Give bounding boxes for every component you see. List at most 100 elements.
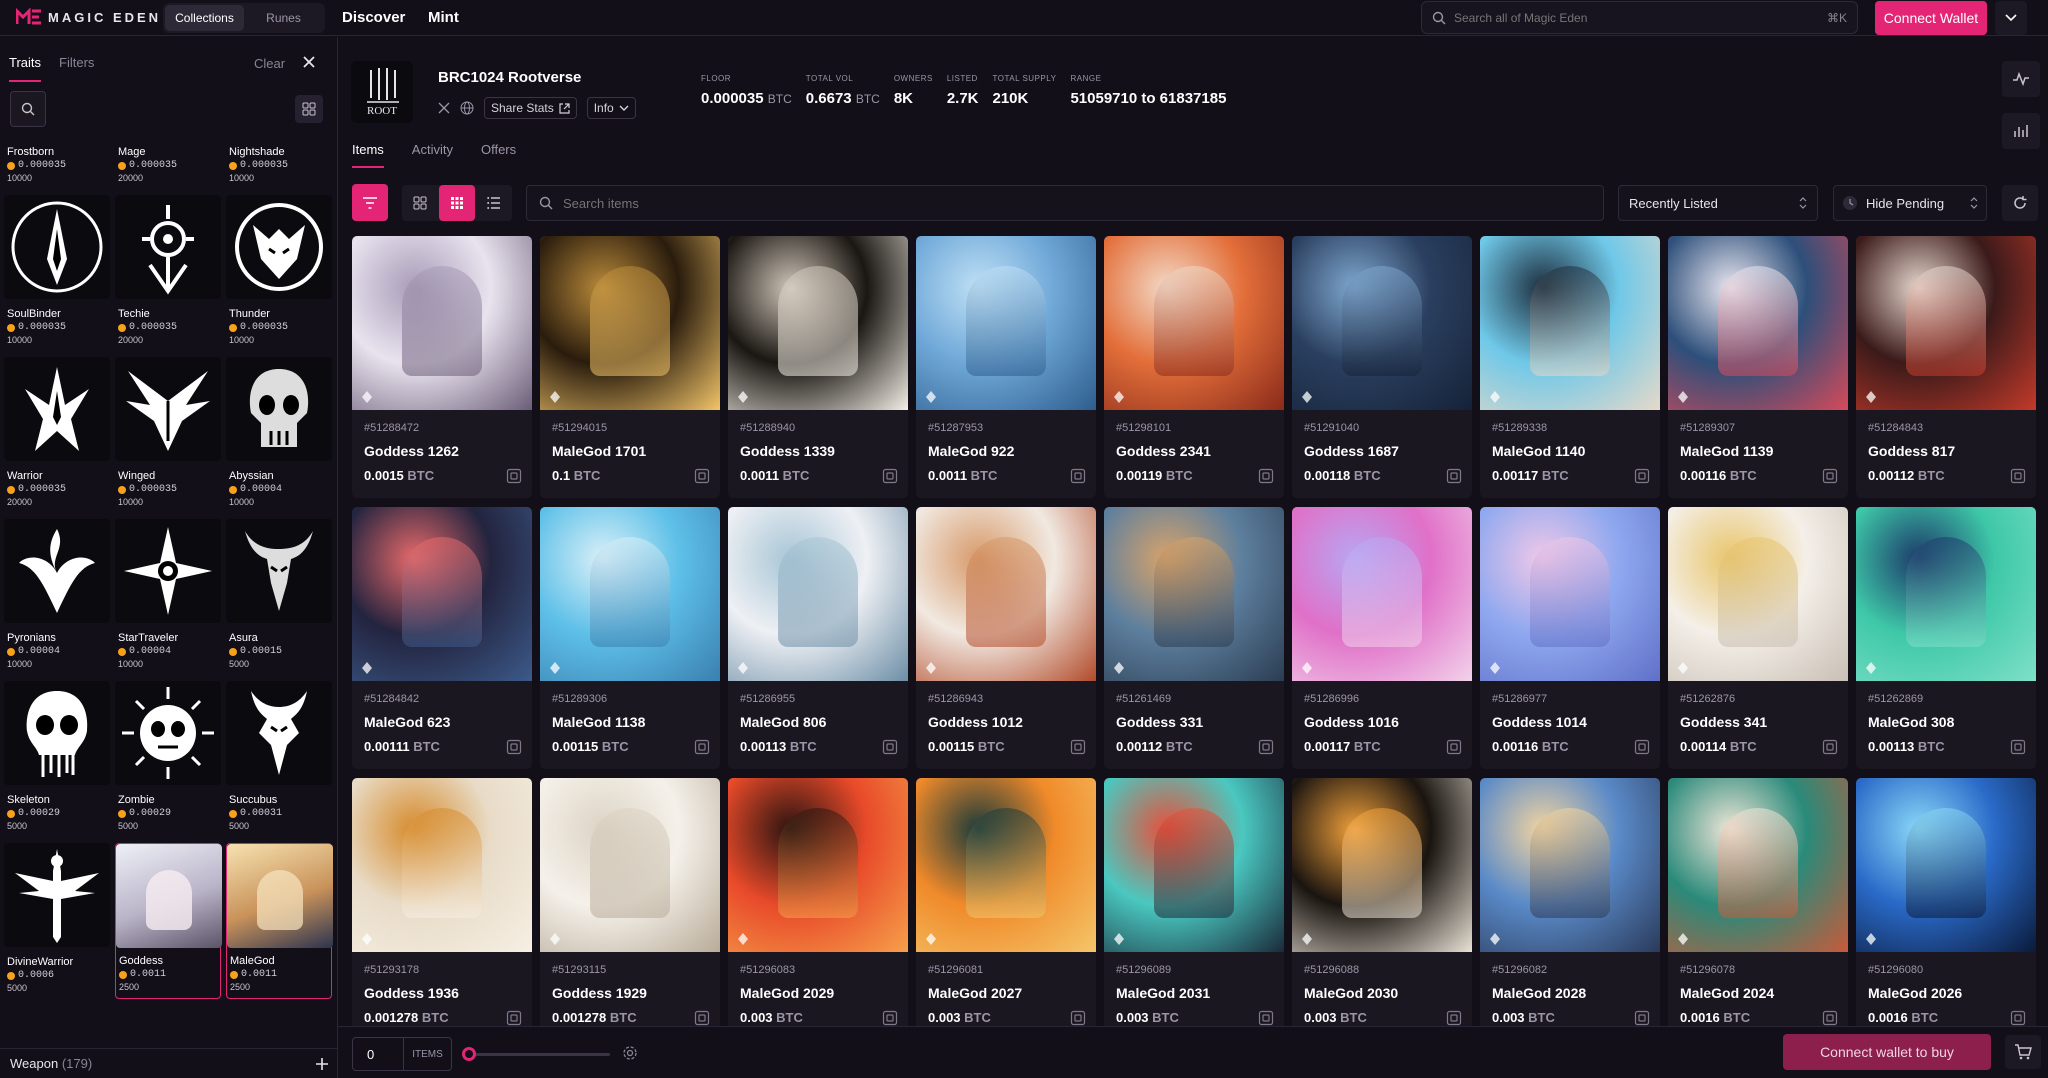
trait-divinewarrior[interactable]: DivineWarrior 0.0006 5000	[4, 843, 110, 999]
close-icon[interactable]	[302, 55, 316, 69]
tab-activity[interactable]: Activity	[412, 142, 453, 168]
add-to-cart-icon[interactable]	[1258, 1010, 1274, 1026]
item-card[interactable]: #51289338 MaleGod 1140 0.00117 BTC	[1480, 236, 1660, 498]
filter-toggle-button[interactable]	[352, 184, 388, 221]
item-card[interactable]: #51289307 MaleGod 1139 0.00116 BTC	[1668, 236, 1848, 498]
item-card[interactable]: #51289306 MaleGod 1138 0.00115 BTC	[540, 507, 720, 769]
sidebar-tab-filters[interactable]: Filters	[59, 55, 94, 82]
wallet-menu-button[interactable]	[1995, 1, 2027, 35]
sweep-quantity-value[interactable]: 0	[353, 1047, 403, 1062]
add-to-cart-icon[interactable]	[694, 468, 710, 484]
tab-offers[interactable]: Offers	[481, 142, 516, 168]
item-image[interactable]	[1292, 236, 1472, 410]
trait-techie[interactable]: Techie 0.000035 20000	[115, 195, 221, 351]
item-card[interactable]: #51296083 MaleGod 2029 0.003 BTC	[728, 778, 908, 1026]
add-to-cart-icon[interactable]	[694, 739, 710, 755]
add-to-cart-icon[interactable]	[2010, 1010, 2026, 1026]
trait-asura[interactable]: Asura 0.00015 5000	[226, 519, 332, 675]
segment-runes[interactable]: Runes	[244, 5, 323, 31]
view-list[interactable]	[475, 185, 512, 221]
item-image[interactable]	[1104, 236, 1284, 410]
item-image[interactable]	[728, 507, 908, 681]
add-to-cart-icon[interactable]	[1822, 739, 1838, 755]
trait-warrior[interactable]: Warrior 0.000035 20000	[4, 357, 110, 513]
cart-button[interactable]	[2005, 1035, 2041, 1069]
item-card[interactable]: #51291040 Goddess 1687 0.00118 BTC	[1292, 236, 1472, 498]
item-image[interactable]	[728, 778, 908, 952]
item-card[interactable]: #51294015 MaleGod 1701 0.1 BTC	[540, 236, 720, 498]
trait-malegod[interactable]: MaleGod 0.0011 2500	[226, 843, 333, 999]
item-image[interactable]	[916, 778, 1096, 952]
add-to-cart-icon[interactable]	[1446, 468, 1462, 484]
sweep-slider-track[interactable]	[470, 1053, 610, 1056]
add-to-cart-icon[interactable]	[882, 468, 898, 484]
item-image[interactable]	[1668, 507, 1848, 681]
item-card[interactable]: #51284842 MaleGod 623 0.00111 BTC	[352, 507, 532, 769]
item-card[interactable]: #51286977 Goddess 1014 0.00116 BTC	[1480, 507, 1660, 769]
item-card[interactable]: #51284843 Goddess 817 0.00112 BTC	[1856, 236, 2036, 498]
trait-startraveler[interactable]: StarTraveler 0.00004 10000	[115, 519, 221, 675]
item-card[interactable]: #51286996 Goddess 1016 0.00117 BTC	[1292, 507, 1472, 769]
trait-grid-toggle[interactable]	[295, 95, 323, 123]
trait-mage[interactable]: Mage 0.000035 20000	[115, 145, 221, 189]
item-image[interactable]	[1668, 236, 1848, 410]
trait-succubus[interactable]: Succubus 0.00031 5000	[226, 681, 332, 837]
item-image[interactable]	[1668, 778, 1848, 952]
add-to-cart-icon[interactable]	[1822, 468, 1838, 484]
add-to-cart-icon[interactable]	[694, 1010, 710, 1026]
add-to-cart-icon[interactable]	[1070, 1010, 1086, 1026]
item-card[interactable]: #51286955 MaleGod 806 0.00113 BTC	[728, 507, 908, 769]
item-image[interactable]	[1104, 778, 1284, 952]
add-to-cart-icon[interactable]	[882, 1010, 898, 1026]
connect-wallet-to-buy-button[interactable]: Connect wallet to buy	[1783, 1034, 1991, 1070]
item-image[interactable]	[1292, 507, 1472, 681]
refresh-button[interactable]	[2002, 185, 2038, 221]
item-card[interactable]: #51293178 Goddess 1936 0.001278 BTC	[352, 778, 532, 1026]
add-to-cart-icon[interactable]	[1258, 739, 1274, 755]
add-to-cart-icon[interactable]	[1258, 468, 1274, 484]
tab-items[interactable]: Items	[352, 142, 384, 168]
trait-search-button[interactable]	[10, 91, 46, 127]
nav-discover[interactable]: Discover	[342, 9, 405, 26]
trait-skeleton[interactable]: Skeleton 0.00029 5000	[4, 681, 110, 837]
trait-nightshade[interactable]: Nightshade 0.000035 10000	[226, 145, 332, 189]
add-to-cart-icon[interactable]	[1634, 1010, 1650, 1026]
gear-icon[interactable]	[622, 1045, 638, 1061]
segment-collections[interactable]: Collections	[165, 5, 244, 31]
add-to-cart-icon[interactable]	[1634, 739, 1650, 755]
nav-mint[interactable]: Mint	[428, 9, 459, 26]
item-card[interactable]: #51286943 Goddess 1012 0.00115 BTC	[916, 507, 1096, 769]
item-image[interactable]	[540, 236, 720, 410]
item-image[interactable]	[1856, 507, 2036, 681]
sidebar-tab-traits[interactable]: Traits	[9, 55, 42, 82]
connect-wallet-button[interactable]: Connect Wallet	[1875, 1, 1987, 35]
global-search-input[interactable]	[1454, 10, 1819, 25]
share-stats-button[interactable]: Share Stats	[484, 97, 577, 119]
sweep-slider-handle[interactable]	[462, 1047, 476, 1061]
trait-soulbinder[interactable]: SoulBinder 0.000035 10000	[4, 195, 110, 351]
trait-thunder[interactable]: Thunder 0.000035 10000	[226, 195, 332, 351]
sort-dropdown[interactable]: Recently Listed	[1618, 185, 1818, 221]
item-card[interactable]: #51298101 Goddess 2341 0.00119 BTC	[1104, 236, 1284, 498]
item-card[interactable]: #51296088 MaleGod 2030 0.003 BTC	[1292, 778, 1472, 1026]
item-card[interactable]: #51296080 MaleGod 2026 0.0016 BTC	[1856, 778, 2036, 1026]
item-card[interactable]: #51287953 MaleGod 922 0.0011 BTC	[916, 236, 1096, 498]
item-card[interactable]: #51293115 Goddess 1929 0.001278 BTC	[540, 778, 720, 1026]
add-to-cart-icon[interactable]	[1070, 739, 1086, 755]
add-to-cart-icon[interactable]	[506, 1010, 522, 1026]
item-image[interactable]	[1480, 236, 1660, 410]
add-to-cart-icon[interactable]	[1446, 739, 1462, 755]
item-image[interactable]	[1480, 507, 1660, 681]
add-to-cart-icon[interactable]	[882, 739, 898, 755]
view-small-grid[interactable]	[438, 185, 476, 221]
item-image[interactable]	[1480, 778, 1660, 952]
add-to-cart-icon[interactable]	[2010, 468, 2026, 484]
stats-chart-button[interactable]	[2002, 113, 2040, 149]
item-image[interactable]	[352, 778, 532, 952]
globe-icon[interactable]	[460, 101, 474, 115]
item-card[interactable]: #51296081 MaleGod 2027 0.003 BTC	[916, 778, 1096, 1026]
add-to-cart-icon[interactable]	[1070, 468, 1086, 484]
item-card[interactable]: #51262876 Goddess 341 0.00114 BTC	[1668, 507, 1848, 769]
weapon-trait-group[interactable]: Weapon (179)	[0, 1048, 338, 1078]
trait-winged[interactable]: Winged 0.000035 10000	[115, 357, 221, 513]
